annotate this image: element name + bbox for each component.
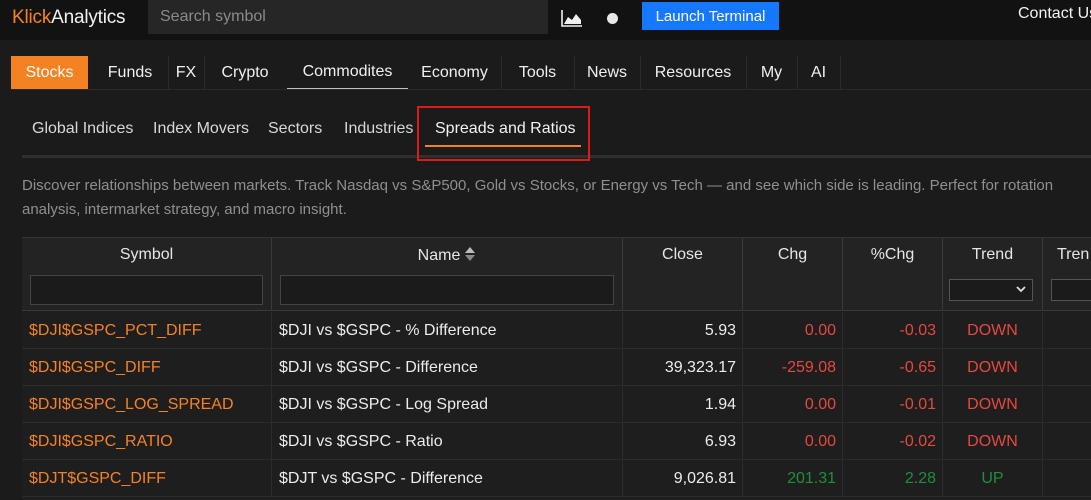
close-cell: 9,026.81 — [623, 460, 743, 497]
nav-tab-resources[interactable]: Resources — [640, 56, 746, 89]
nav-tab-funds[interactable]: Funds — [92, 56, 168, 89]
close-cell: 5.93 — [623, 312, 743, 349]
subtab-index-movers[interactable]: Index Movers — [153, 120, 249, 138]
trend-cell: UP — [943, 460, 1043, 497]
pchg-cell: -0.01 — [843, 386, 943, 423]
pchg-cell: -0.03 — [843, 312, 943, 349]
pchg-cell: -0.02 — [843, 423, 943, 460]
trend-2-filter-select[interactable] — [1051, 279, 1091, 301]
symbol-link[interactable]: $DJI$GSPC_PCT_DIFF — [22, 312, 272, 349]
column-header-symbol[interactable]: Symbol — [22, 238, 272, 311]
nav-tab-ai[interactable]: AI — [797, 56, 840, 89]
column-label-close: Close — [662, 246, 703, 263]
search-input[interactable] — [148, 0, 548, 34]
nav-tab-news[interactable]: News — [574, 56, 640, 89]
chg-cell: 201.31 — [743, 460, 843, 497]
name-cell: $DJI vs $GSPC - % Difference — [272, 312, 623, 349]
sort-icon[interactable] — [464, 246, 476, 262]
trend-2-cell — [1043, 386, 1091, 423]
column-label-name: Name — [417, 247, 461, 264]
table-row[interactable]: $DJI$GSPC_PCT_DIFF $DJI vs $GSPC - % Dif… — [22, 312, 1091, 349]
subtab-industries[interactable]: Industries — [344, 120, 413, 138]
nav-tab-tools[interactable]: Tools — [501, 56, 574, 89]
name-cell: $DJI vs $GSPC - Ratio — [272, 423, 623, 460]
chevron-down-icon — [1016, 286, 1026, 293]
name-cell: $DJI vs $GSPC - Log Spread — [272, 386, 623, 423]
table-row[interactable]: $DJI$GSPC_RATIO $DJI vs $GSPC - Ratio 6.… — [22, 423, 1091, 460]
close-cell: 6.93 — [623, 423, 743, 460]
column-header-chg[interactable]: Chg — [743, 238, 843, 311]
trend-filter-select[interactable] — [949, 279, 1033, 301]
table-header: Symbol Name Close Chg %Chg Trend Tren — [22, 238, 1091, 311]
description-line-2: analysis, intermarket strategy, and macr… — [22, 201, 347, 218]
nav-tab-stocks[interactable]: Stocks — [11, 56, 88, 89]
trend-2-cell — [1043, 312, 1091, 349]
name-cell: $DJT vs $GSPC - Difference — [272, 460, 623, 497]
symbol-link[interactable]: $DJT$GSPC_DIFF — [22, 460, 272, 497]
nav-tab-my[interactable]: My — [746, 56, 797, 89]
column-header-trend-2[interactable]: Tren — [1043, 238, 1091, 311]
close-cell: 1.94 — [623, 386, 743, 423]
column-header-pchg[interactable]: %Chg — [843, 238, 943, 311]
column-header-trend[interactable]: Trend — [943, 238, 1043, 311]
trend-2-cell — [1043, 349, 1091, 386]
pchg-cell: -0.65 — [843, 349, 943, 386]
nav-tab-fx[interactable]: FX — [168, 56, 204, 89]
highlight-box — [417, 106, 590, 161]
name-cell: $DJI vs $GSPC - Difference — [272, 349, 623, 386]
pchg-cell: 2.28 — [843, 460, 943, 497]
table-row[interactable]: $DJI$GSPC_LOG_SPREAD $DJI vs $GSPC - Log… — [22, 386, 1091, 423]
dot-icon[interactable] — [607, 13, 618, 24]
trend-cell: DOWN — [943, 312, 1043, 349]
symbol-link[interactable]: $DJI$GSPC_RATIO — [22, 423, 272, 460]
column-label-symbol: Symbol — [119, 246, 174, 263]
area-chart-icon[interactable] — [561, 9, 583, 27]
subtab-global-indices[interactable]: Global Indices — [32, 120, 133, 138]
chg-cell: 0.00 — [743, 312, 843, 349]
name-filter-input[interactable] — [280, 275, 614, 305]
logo[interactable]: KlickAnalytics — [12, 7, 126, 29]
close-cell: 39,323.17 — [623, 349, 743, 386]
trend-cell: DOWN — [943, 349, 1043, 386]
column-label-chg: Chg — [777, 246, 808, 263]
page-description: Discover relationships between markets. … — [22, 174, 1091, 222]
subtab-sectors[interactable]: Sectors — [268, 120, 322, 138]
column-header-name[interactable]: Name — [272, 238, 623, 311]
symbol-link[interactable]: $DJI$GSPC_DIFF — [22, 349, 272, 386]
trend-2-cell — [1043, 423, 1091, 460]
contact-us-link[interactable]: Contact Us — [1018, 5, 1091, 23]
nav-tab-economy[interactable]: Economy — [408, 56, 501, 89]
trend-cell: DOWN — [943, 386, 1043, 423]
chg-cell: 0.00 — [743, 386, 843, 423]
trend-2-cell — [1043, 460, 1091, 497]
table-row[interactable]: $DJI$GSPC_DIFF $DJI vs $GSPC - Differenc… — [22, 349, 1091, 386]
logo-analytics: Analytics — [51, 7, 126, 28]
logo-klick: Klick — [12, 7, 52, 28]
chg-cell: -259.08 — [743, 349, 843, 386]
main-nav: Stocks Funds FX Crypto Commodites Econom… — [11, 56, 1091, 90]
nav-divider — [840, 56, 841, 89]
spreads-table: Symbol Name Close Chg %Chg Trend Tren $D… — [22, 237, 1091, 500]
column-label-trend-2: Tren — [1057, 246, 1090, 263]
symbol-filter-input[interactable] — [30, 275, 263, 305]
table-row[interactable]: $DJT$GSPC_DIFF $DJT vs $GSPC - Differenc… — [22, 460, 1091, 497]
nav-tab-crypto[interactable]: Crypto — [204, 56, 286, 89]
top-header: KlickAnalytics Launch Terminal Contact U… — [0, 0, 1091, 40]
column-label-pchg: %Chg — [870, 246, 915, 263]
nav-tab-commodites[interactable]: Commodites — [287, 56, 408, 89]
launch-terminal-button[interactable]: Launch Terminal — [642, 2, 779, 30]
symbol-link[interactable]: $DJI$GSPC_LOG_SPREAD — [22, 386, 272, 423]
chg-cell: 0.00 — [743, 423, 843, 460]
trend-cell: DOWN — [943, 423, 1043, 460]
column-header-close[interactable]: Close — [623, 238, 743, 311]
description-line-1: Discover relationships between markets. … — [22, 177, 1054, 194]
column-label-trend: Trend — [971, 246, 1014, 263]
column-label-name-wrap: Name — [272, 246, 622, 265]
